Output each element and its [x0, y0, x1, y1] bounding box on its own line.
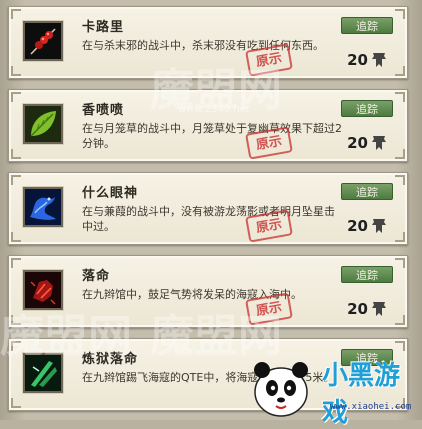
red-fist-icon [23, 270, 63, 310]
track-button[interactable]: 追踪 [341, 266, 393, 283]
watermark-url: www.2349.net [178, 104, 250, 115]
skewer-icon [23, 21, 63, 61]
achievement-card: 香喷喷 在与月笼草的战斗中，月笼草处于复幽草效果下超过2分钟。 追踪 原示 20 [8, 89, 408, 162]
achievement-points: 20 [347, 132, 387, 154]
points-value: 20 [347, 217, 368, 235]
achievement-points: 20 [347, 215, 387, 237]
achievement-title: 炼狱落命 [82, 352, 139, 367]
mascot-url: www.xiaohei.com [330, 402, 412, 412]
achievement-card: 什么眼神 在与兼葭的战斗中，没有被游龙荡影或者明月坠星击中过。 追踪 原示 20 [8, 172, 408, 245]
track-button[interactable]: 追踪 [341, 100, 393, 117]
achievement-list: 卡路里 在与杀末邪的战斗中，杀末邪没有吃到任何东西。 追踪 原示 20 香喷喷 … [0, 0, 422, 428]
achievement-description: 在九辫馆中，鼓足气势将发呆的海寇入海中。 [82, 288, 302, 301]
points-value: 20 [347, 134, 368, 152]
banner-icon [371, 51, 387, 69]
achievement-card: 卡路里 在与杀末邪的战斗中，杀末邪没有吃到任何东西。 追踪 原示 20 [8, 6, 408, 79]
achievement-description: 在与兼葭的战斗中，没有被游龙荡影或者明月坠星击中过。 [82, 205, 335, 233]
achievement-title: 什么眼神 [82, 186, 139, 201]
green-slash-icon [23, 353, 63, 393]
achievement-title: 香喷喷 [82, 103, 125, 118]
banner-icon [371, 134, 387, 152]
points-value: 20 [347, 300, 368, 318]
banner-icon [371, 300, 387, 318]
banner-icon [371, 217, 387, 235]
achievement-description: 在与杀末邪的战斗中，杀末邪没有吃到任何东西。 [82, 39, 324, 52]
achievement-title: 卡路里 [82, 20, 125, 35]
achievement-points: 20 [347, 49, 387, 71]
leaf-icon [23, 104, 63, 144]
points-value: 20 [347, 51, 368, 69]
achievement-title: 落命 [82, 269, 111, 284]
track-button[interactable]: 追踪 [341, 17, 393, 34]
mascot-brand: 小黑游戏 [322, 361, 401, 428]
blue-dragon-icon [23, 187, 63, 227]
achievement-card: 落命 在九辫馆中，鼓足气势将发呆的海寇入海中。 追踪 原示 20 [8, 255, 408, 328]
achievement-points: 20 [347, 298, 387, 320]
track-button[interactable]: 追踪 [341, 183, 393, 200]
achievement-description: 在与月笼草的战斗中，月笼草处于复幽草效果下超过2分钟。 [82, 122, 342, 150]
